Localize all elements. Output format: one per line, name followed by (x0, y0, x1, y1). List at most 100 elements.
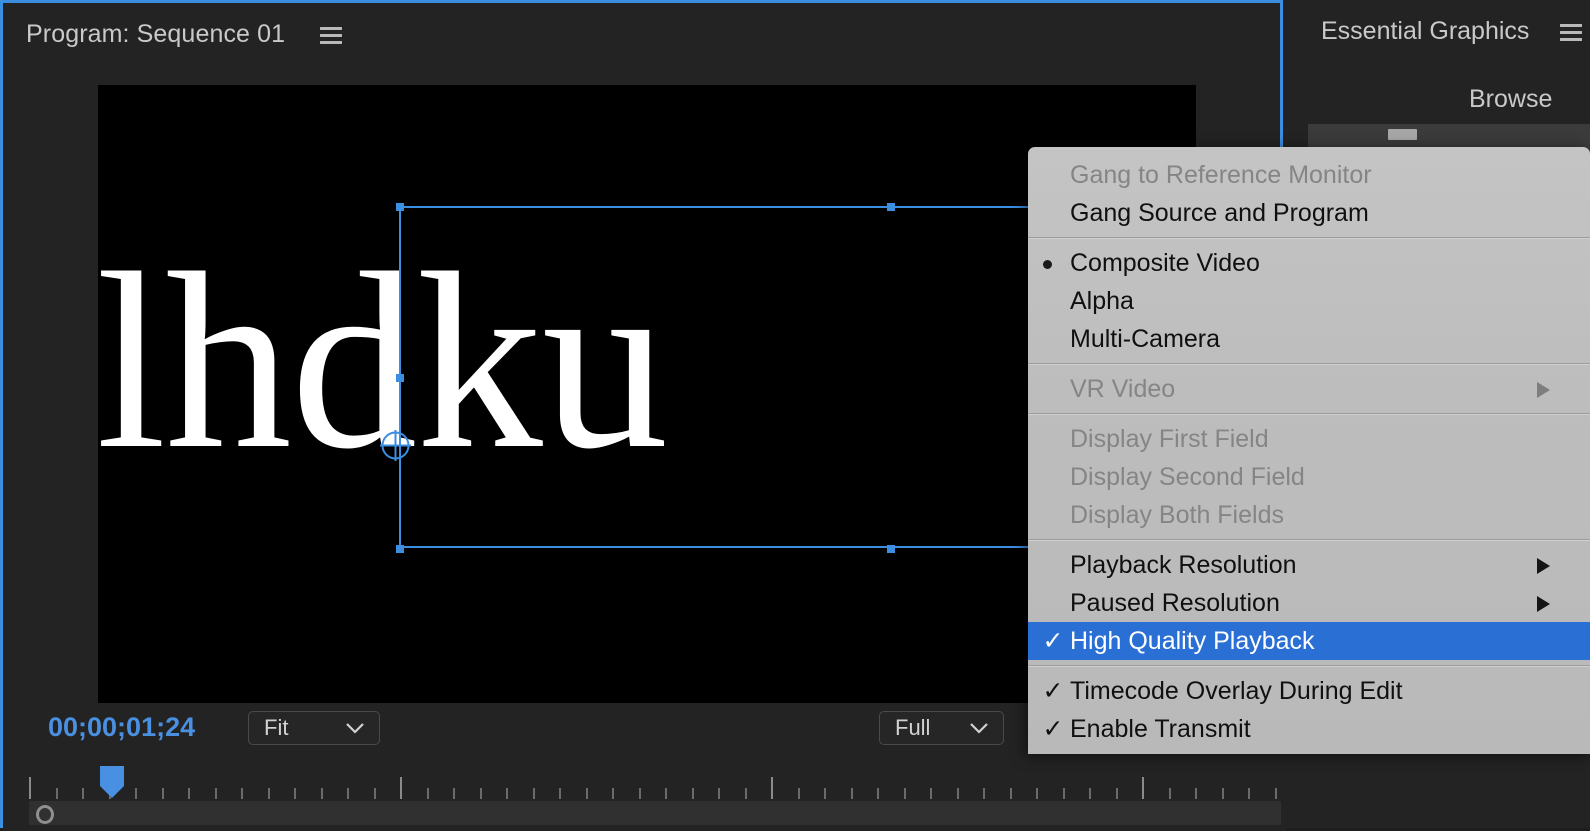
ruler-tick (400, 777, 402, 799)
menu-item[interactable]: Gang Source and Program (1028, 194, 1590, 232)
chevron-down-icon (346, 723, 364, 734)
menu-item: Display Second Field (1028, 458, 1590, 496)
zoom-level-select[interactable]: Fit (248, 711, 380, 745)
ruler-tick (479, 788, 482, 799)
hamburger-icon[interactable] (320, 27, 342, 44)
current-timecode[interactable]: 00;00;01;24 (48, 712, 195, 743)
toolstrip-chip[interactable] (1388, 129, 1417, 140)
ruler-tick (161, 788, 164, 799)
menu-item-label: Playback Resolution (1070, 551, 1297, 579)
ruler-tick (135, 788, 137, 799)
ruler-tick (956, 788, 959, 799)
ruler-tick (1142, 777, 1144, 799)
menu-separator (1028, 413, 1590, 415)
ruler-tick (1274, 788, 1277, 799)
ruler-tick (824, 788, 826, 799)
menu-separator (1028, 665, 1590, 667)
ruler-tick (1248, 788, 1250, 799)
playhead-marker[interactable] (100, 766, 124, 798)
menu-item-label: Display Second Field (1070, 463, 1305, 491)
hamburger-icon[interactable] (1560, 24, 1582, 41)
menu-item-label: Gang to Reference Monitor (1070, 161, 1372, 189)
ruler-tick (320, 788, 323, 799)
ruler-tick (1195, 788, 1197, 799)
ruler-tick (188, 788, 190, 799)
check-icon: ✓ (1042, 627, 1064, 655)
ruler-tick (877, 788, 879, 799)
menu-separator (1028, 539, 1590, 541)
menu-item[interactable]: Multi-Camera (1028, 320, 1590, 358)
ruler-tick (532, 788, 535, 799)
menu-item-label: Multi-Camera (1070, 325, 1221, 353)
program-monitor-context-menu[interactable]: Gang to Reference Monitor Gang Source and… (1028, 147, 1590, 754)
menu-item: VR Video (1028, 370, 1590, 408)
menu-item: Gang to Reference Monitor (1028, 156, 1590, 194)
menu-item-label: Alpha (1070, 287, 1134, 315)
ruler-tick (691, 788, 694, 799)
ruler-tick (214, 788, 217, 799)
menu-item[interactable]: Composite Video (1028, 244, 1590, 282)
menu-item-label: Composite Video (1070, 249, 1260, 277)
menu-item-label: High Quality Playback (1070, 627, 1315, 655)
menu-item-label: Gang Source and Program (1070, 199, 1369, 227)
ruler-tick (1062, 788, 1065, 799)
menu-item[interactable]: ✓ Enable Transmit (1028, 710, 1590, 748)
ruler-tick (612, 788, 614, 799)
menu-item-label: Display Both Fields (1070, 501, 1284, 529)
bullet-icon (1043, 260, 1052, 269)
check-icon: ✓ (1042, 715, 1064, 743)
submenu-arrow-icon (1537, 558, 1550, 574)
ruler-tick (1009, 788, 1012, 799)
menu-item[interactable]: Paused Resolution (1028, 584, 1590, 622)
ruler-tick (771, 777, 773, 799)
tab-browse[interactable]: Browse (1469, 85, 1552, 114)
submenu-arrow-icon (1537, 382, 1550, 398)
ruler-tick (665, 788, 667, 799)
menu-item-label: Timecode Overlay During Edit (1070, 677, 1403, 705)
menu-item[interactable]: Alpha (1028, 282, 1590, 320)
ruler-tick (903, 788, 906, 799)
menu-item-label: Enable Transmit (1070, 715, 1251, 743)
ruler-tick (744, 788, 747, 799)
ruler-tick (850, 788, 853, 799)
anchor-point-icon[interactable] (380, 430, 411, 461)
ruler-tick (373, 788, 376, 799)
menu-separator (1028, 363, 1590, 365)
ruler-tick (983, 788, 985, 799)
timeline-scrollbar[interactable] (29, 801, 1281, 825)
menu-item: Display Both Fields (1028, 496, 1590, 534)
ruler-tick (797, 788, 800, 799)
playback-resolution-select[interactable]: Full (879, 711, 1004, 745)
menu-item-label: Display First Field (1070, 425, 1269, 453)
ruler-tick (1221, 788, 1224, 799)
ruler-tick (241, 788, 243, 799)
program-monitor-header: Program: Sequence 01 (3, 3, 1280, 69)
ruler-tick (585, 788, 588, 799)
ruler-tick (930, 788, 932, 799)
ruler-tick (426, 788, 429, 799)
ruler-tick (559, 788, 561, 799)
ruler-tick (55, 788, 58, 799)
timeline-ruler[interactable] (29, 769, 1279, 799)
menu-item-label: VR Video (1070, 375, 1176, 403)
ruler-tick (718, 788, 720, 799)
check-icon: ✓ (1042, 677, 1064, 705)
ruler-tick (638, 788, 641, 799)
menu-item[interactable]: Playback Resolution (1028, 546, 1590, 584)
ruler-tick (294, 788, 296, 799)
zoom-level-value: Fit (264, 715, 289, 740)
menu-separator (1028, 237, 1590, 239)
ruler-tick (506, 788, 508, 799)
menu-item: Display First Field (1028, 420, 1590, 458)
ruler-tick (347, 788, 349, 799)
menu-item-label: Paused Resolution (1070, 589, 1280, 617)
menu-item[interactable]: ✓ High Quality Playback (1028, 622, 1590, 660)
submenu-arrow-icon (1537, 596, 1550, 612)
chevron-down-icon (970, 723, 988, 734)
ruler-tick (453, 788, 455, 799)
menu-item[interactable]: ✓ Timecode Overlay During Edit (1028, 672, 1590, 710)
essential-graphics-title: Essential Graphics (1321, 17, 1530, 45)
timeline-zoom-handle-left[interactable] (36, 805, 54, 824)
ruler-tick (82, 788, 84, 799)
ruler-tick (1168, 788, 1171, 799)
